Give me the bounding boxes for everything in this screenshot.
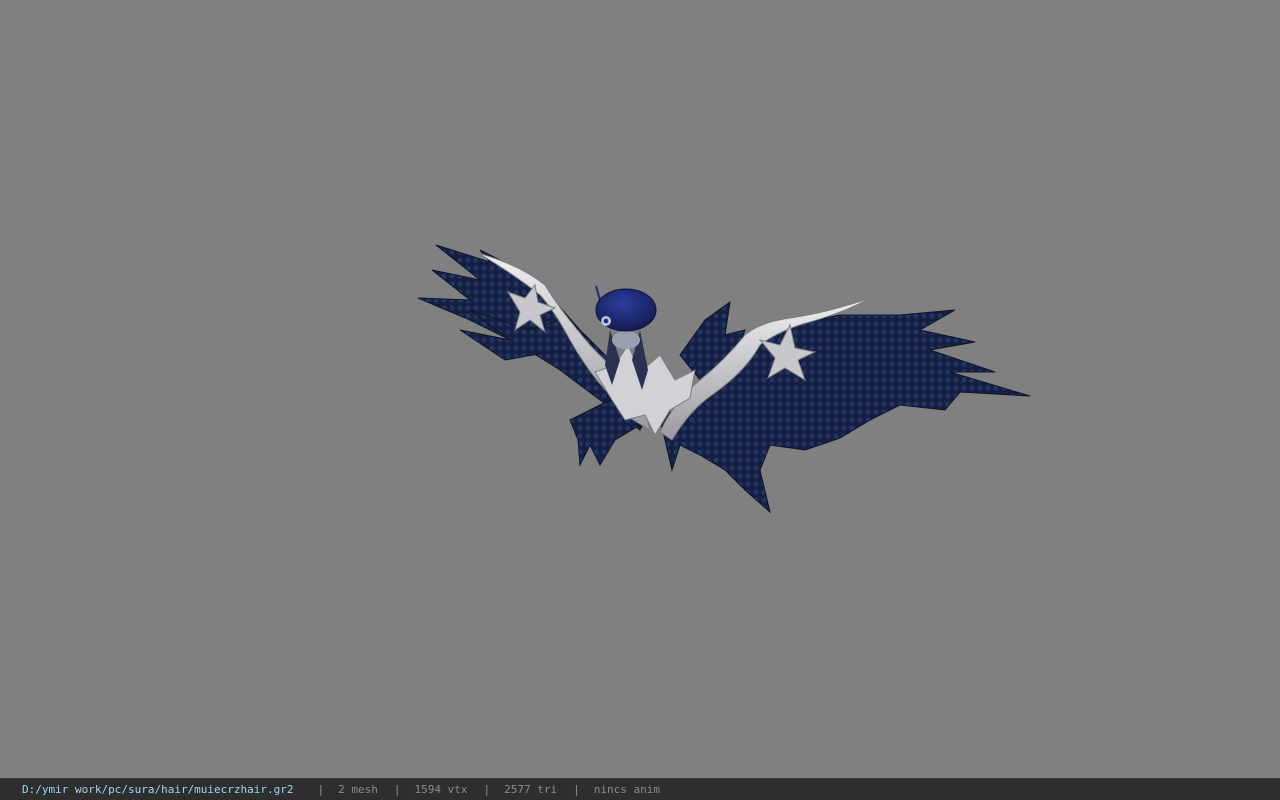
animation-status: nincs anim	[593, 783, 660, 796]
separator: |	[483, 783, 491, 796]
status-bar: D:/ymir work/pc/sura/hair/muiecrzhair.gr…	[0, 778, 1280, 800]
vertex-count: 1594 vtx	[414, 783, 468, 796]
winged-hair-model-icon	[417, 244, 1031, 514]
separator: |	[393, 783, 401, 796]
file-path: D:/ymir work/pc/sura/hair/muiecrzhair.gr…	[22, 783, 294, 796]
triangle-count: 2577 tri	[504, 783, 558, 796]
right-wing	[659, 300, 1031, 514]
mesh-count: 2 mesh	[338, 783, 378, 796]
separator: |	[573, 783, 580, 796]
separator: |	[317, 783, 325, 796]
3d-viewport[interactable]	[0, 0, 1280, 778]
